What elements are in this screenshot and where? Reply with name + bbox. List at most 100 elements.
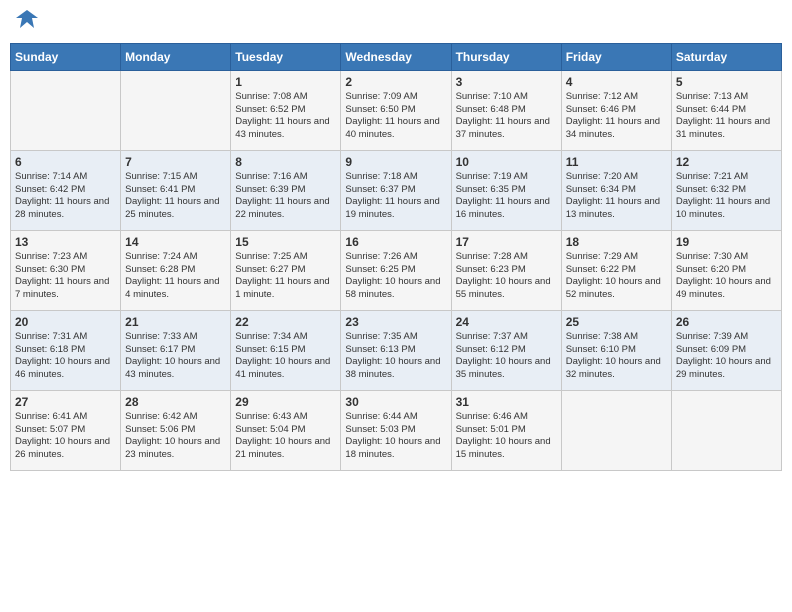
day-number: 15 [235, 235, 336, 249]
calendar-cell: 16Sunrise: 7:26 AM Sunset: 6:25 PM Dayli… [341, 230, 451, 310]
day-number: 1 [235, 75, 336, 89]
cell-content: Sunrise: 7:33 AM Sunset: 6:17 PM Dayligh… [125, 331, 226, 382]
calendar-cell: 15Sunrise: 7:25 AM Sunset: 6:27 PM Dayli… [231, 230, 341, 310]
cell-content: Sunrise: 7:38 AM Sunset: 6:10 PM Dayligh… [566, 331, 667, 382]
cell-content: Sunrise: 7:19 AM Sunset: 6:35 PM Dayligh… [456, 171, 557, 222]
calendar-cell: 21 Sunrise: 7:33 AM Sunset: 6:17 PM Dayli… [121, 310, 231, 390]
calendar-cell: 29 Sunrise: 6:43 AM Sunset: 5:04 PM Dayli… [231, 390, 341, 470]
calendar-cell: 22 Sunrise: 7:34 AM Sunset: 6:15 PM Dayli… [231, 310, 341, 390]
cell-content: Sunrise: 6:41 AM Sunset: 5:07 PM Dayligh… [15, 411, 116, 462]
calendar-cell: 1 Sunrise: 7:08 AM Sunset: 6:52 PM Daylig… [231, 70, 341, 150]
day-number: 26 [676, 315, 777, 329]
cell-content: Sunrise: 6:44 AM Sunset: 5:03 PM Dayligh… [345, 411, 446, 462]
calendar-cell: 24 Sunrise: 7:37 AM Sunset: 6:12 PM Dayli… [451, 310, 561, 390]
calendar-cell: 3 Sunrise: 7:10 AM Sunset: 6:48 PM Daylig… [451, 70, 561, 150]
day-number: 8 [235, 155, 336, 169]
header-day-sunday: Sunday [11, 43, 121, 70]
day-number: 9 [345, 155, 446, 169]
calendar-cell [561, 390, 671, 470]
day-number: 10 [456, 155, 557, 169]
day-number: 13 [15, 235, 116, 249]
calendar-cell: 19Sunrise: 7:30 AM Sunset: 6:20 PM Dayli… [671, 230, 781, 310]
calendar-cell: 23Sunrise: 7:35 AM Sunset: 6:13 PM Dayli… [341, 310, 451, 390]
cell-content: Sunrise: 6:43 AM Sunset: 5:04 PM Dayligh… [235, 411, 336, 462]
calendar-cell: 31 Sunrise: 6:46 AM Sunset: 5:01 PM Dayli… [451, 390, 561, 470]
header-day-tuesday: Tuesday [231, 43, 341, 70]
cell-content: Sunrise: 7:14 AM Sunset: 6:42 PM Dayligh… [15, 171, 116, 222]
page-header [10, 10, 782, 35]
day-number: 22 [235, 315, 336, 329]
calendar-cell: 10 Sunrise: 7:19 AM Sunset: 6:35 PM Dayli… [451, 150, 561, 230]
calendar-cell: 30 Sunrise: 6:44 AM Sunset: 5:03 PM Dayli… [341, 390, 451, 470]
cell-content: Sunrise: 7:13 AM Sunset: 6:44 PM Dayligh… [676, 91, 777, 142]
day-number: 3 [456, 75, 557, 89]
cell-content: Sunrise: 6:42 AM Sunset: 5:06 PM Dayligh… [125, 411, 226, 462]
header-day-wednesday: Wednesday [341, 43, 451, 70]
day-number: 5 [676, 75, 777, 89]
calendar-body: 1 Sunrise: 7:08 AM Sunset: 6:52 PM Daylig… [11, 70, 782, 470]
cell-content: Sunrise: 6:46 AM Sunset: 5:01 PM Dayligh… [456, 411, 557, 462]
cell-content: Sunrise: 7:34 AM Sunset: 6:15 PM Dayligh… [235, 331, 336, 382]
calendar-cell: 25 Sunrise: 7:38 AM Sunset: 6:10 PM Dayli… [561, 310, 671, 390]
calendar-cell: 17Sunrise: 7:28 AM Sunset: 6:23 PM Dayli… [451, 230, 561, 310]
week-row-4: 20Sunrise: 7:31 AM Sunset: 6:18 PM Dayli… [11, 310, 782, 390]
day-number: 7 [125, 155, 226, 169]
calendar-cell: 11Sunrise: 7:20 AM Sunset: 6:34 PM Dayli… [561, 150, 671, 230]
week-row-5: 27 Sunrise: 6:41 AM Sunset: 5:07 PM Dayli… [11, 390, 782, 470]
calendar-cell [121, 70, 231, 150]
day-number: 12 [676, 155, 777, 169]
cell-content: Sunrise: 7:30 AM Sunset: 6:20 PM Dayligh… [676, 251, 777, 302]
day-number: 24 [456, 315, 557, 329]
cell-content: Sunrise: 7:35 AM Sunset: 6:13 PM Dayligh… [345, 331, 446, 382]
calendar-cell: 13 Sunrise: 7:23 AM Sunset: 6:30 PM Dayli… [11, 230, 121, 310]
calendar-cell: 2 Sunrise: 7:09 AM Sunset: 6:50 PM Daylig… [341, 70, 451, 150]
day-number: 18 [566, 235, 667, 249]
cell-content: Sunrise: 7:24 AM Sunset: 6:28 PM Dayligh… [125, 251, 226, 302]
week-row-3: 13 Sunrise: 7:23 AM Sunset: 6:30 PM Dayli… [11, 230, 782, 310]
cell-content: Sunrise: 7:10 AM Sunset: 6:48 PM Dayligh… [456, 91, 557, 142]
cell-content: Sunrise: 7:31 AM Sunset: 6:18 PM Dayligh… [15, 331, 116, 382]
calendar-table: SundayMondayTuesdayWednesdayThursdayFrid… [10, 43, 782, 471]
header-day-monday: Monday [121, 43, 231, 70]
cell-content: Sunrise: 7:09 AM Sunset: 6:50 PM Dayligh… [345, 91, 446, 142]
cell-content: Sunrise: 7:39 AM Sunset: 6:09 PM Dayligh… [676, 331, 777, 382]
cell-content: Sunrise: 7:37 AM Sunset: 6:12 PM Dayligh… [456, 331, 557, 382]
day-number: 30 [345, 395, 446, 409]
cell-content: Sunrise: 7:23 AM Sunset: 6:30 PM Dayligh… [15, 251, 116, 302]
calendar-cell: 28 Sunrise: 6:42 AM Sunset: 5:06 PM Dayli… [121, 390, 231, 470]
cell-content: Sunrise: 7:29 AM Sunset: 6:22 PM Dayligh… [566, 251, 667, 302]
calendar-cell: 8Sunrise: 7:16 AM Sunset: 6:39 PM Daylig… [231, 150, 341, 230]
calendar-cell: 4 Sunrise: 7:12 AM Sunset: 6:46 PM Daylig… [561, 70, 671, 150]
header-day-saturday: Saturday [671, 43, 781, 70]
day-number: 2 [345, 75, 446, 89]
calendar-cell: 9 Sunrise: 7:18 AM Sunset: 6:37 PM Daylig… [341, 150, 451, 230]
day-number: 4 [566, 75, 667, 89]
calendar-cell: 26 Sunrise: 7:39 AM Sunset: 6:09 PM Dayli… [671, 310, 781, 390]
cell-content: Sunrise: 7:20 AM Sunset: 6:34 PM Dayligh… [566, 171, 667, 222]
week-row-2: 6Sunrise: 7:14 AM Sunset: 6:42 PM Daylig… [11, 150, 782, 230]
day-number: 14 [125, 235, 226, 249]
day-number: 31 [456, 395, 557, 409]
logo-bird-icon [16, 8, 38, 30]
week-row-1: 1 Sunrise: 7:08 AM Sunset: 6:52 PM Daylig… [11, 70, 782, 150]
cell-content: Sunrise: 7:08 AM Sunset: 6:52 PM Dayligh… [235, 91, 336, 142]
cell-content: Sunrise: 7:18 AM Sunset: 6:37 PM Dayligh… [345, 171, 446, 222]
calendar-cell: 14 Sunrise: 7:24 AM Sunset: 6:28 PM Dayli… [121, 230, 231, 310]
calendar-cell: 18 Sunrise: 7:29 AM Sunset: 6:22 PM Dayli… [561, 230, 671, 310]
header-day-thursday: Thursday [451, 43, 561, 70]
day-number: 25 [566, 315, 667, 329]
day-number: 21 [125, 315, 226, 329]
calendar-cell: 20Sunrise: 7:31 AM Sunset: 6:18 PM Dayli… [11, 310, 121, 390]
cell-content: Sunrise: 7:15 AM Sunset: 6:41 PM Dayligh… [125, 171, 226, 222]
day-number: 29 [235, 395, 336, 409]
logo [14, 10, 38, 35]
cell-content: Sunrise: 7:12 AM Sunset: 6:46 PM Dayligh… [566, 91, 667, 142]
day-number: 17 [456, 235, 557, 249]
header-row: SundayMondayTuesdayWednesdayThursdayFrid… [11, 43, 782, 70]
day-number: 27 [15, 395, 116, 409]
calendar-cell: 12 Sunrise: 7:21 AM Sunset: 6:32 PM Dayli… [671, 150, 781, 230]
cell-content: Sunrise: 7:26 AM Sunset: 6:25 PM Dayligh… [345, 251, 446, 302]
day-number: 28 [125, 395, 226, 409]
header-day-friday: Friday [561, 43, 671, 70]
cell-content: Sunrise: 7:21 AM Sunset: 6:32 PM Dayligh… [676, 171, 777, 222]
